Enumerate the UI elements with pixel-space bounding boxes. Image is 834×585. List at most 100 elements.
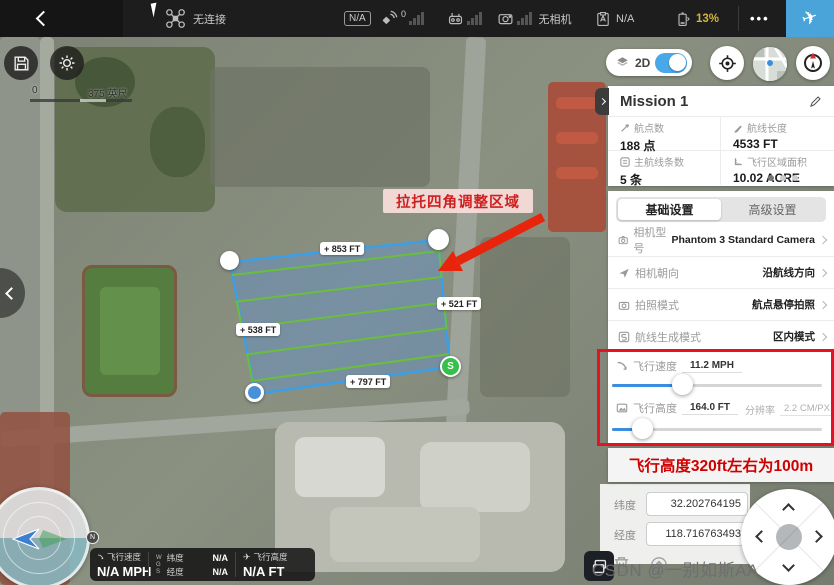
2d-label: 2D [635, 56, 650, 70]
settings-tabs: 基础设置 高级设置 [616, 197, 826, 222]
altitude-slider-handle[interactable] [632, 418, 653, 439]
map-red-roof [556, 167, 598, 179]
layers-icon [615, 55, 630, 70]
map-field-inner [100, 287, 160, 375]
tab-advanced-settings[interactable]: 高级设置 [721, 199, 824, 220]
setting-photo-mode[interactable]: 拍照模式 航点悬停拍照 [608, 288, 834, 320]
photo-mode-icon [618, 299, 630, 311]
mission-settings-button[interactable] [50, 46, 84, 80]
speed-slider-handle[interactable] [672, 374, 693, 395]
mission-title: Mission 1 [620, 93, 688, 110]
nudge-left-button[interactable] [755, 530, 768, 543]
map-2d-toggle-pill[interactable]: 2D [606, 49, 692, 76]
telemetry-bar: 飞行速度 N/A MPH WGS 纬度N/A 经度N/A ✈飞行高度 N/A F… [90, 548, 315, 581]
gear-icon [57, 53, 77, 73]
rc-signal-bars [467, 12, 482, 25]
telemetry-speed: 飞行速度 N/A MPH [90, 548, 148, 581]
edge-length-label: + 853 FT [320, 242, 364, 255]
lat-input[interactable]: 32.202764195 [646, 492, 748, 516]
map-building [295, 437, 385, 497]
telemetry-coords: WGS 纬度N/A 经度N/A [149, 548, 235, 581]
nudge-center-button[interactable] [776, 524, 802, 550]
checklist-icon [595, 11, 611, 27]
stat-waypoints: 航点数 188 点 [608, 117, 721, 151]
airplane-icon: ✈ [243, 552, 251, 563]
aircraft-connection-status[interactable]: 无连接 [165, 0, 226, 37]
stat-route-length: 航线长度 4533 FT [721, 117, 834, 151]
back-button[interactable] [38, 0, 49, 37]
more-menu-button[interactable]: ••• [750, 0, 770, 37]
route-mode-icon [618, 331, 630, 343]
status-bar: 无连接 N/A 0 无相机 [0, 0, 834, 37]
drone-icon [165, 8, 186, 29]
battery-icon [675, 11, 691, 27]
speed-row: 飞行速度 11.2 MPH [616, 358, 742, 374]
telemetry-altitude: ✈飞行高度 N/A FT [236, 548, 315, 581]
edit-mission-button[interactable] [809, 95, 822, 108]
wgs-label: WGS [156, 555, 162, 576]
tab-basic-settings[interactable]: 基础设置 [618, 199, 721, 220]
battery-status[interactable]: 13% [675, 0, 719, 37]
chevron-right-icon [819, 268, 827, 276]
altitude-note-card: 飞行高度320ft左右为100m [608, 448, 834, 482]
nudge-up-button[interactable] [782, 503, 795, 516]
north-badge: N [86, 531, 99, 544]
nudge-right-button[interactable] [810, 530, 823, 543]
resolution-readout: 分辨率 2.2 CM/PX [745, 402, 834, 417]
speed-value[interactable]: 11.2 MPH [682, 360, 742, 373]
airplane-icon: ✈ [799, 5, 821, 32]
scale-distance-label: 375 英尺 [88, 85, 127, 100]
region-start-marker[interactable]: S [440, 356, 461, 377]
rc-signal[interactable] [447, 0, 482, 37]
lon-input[interactable]: 118.716763493 [646, 522, 748, 546]
region-corner-handle[interactable] [220, 251, 239, 270]
map-building [420, 442, 530, 512]
red-arrow [428, 209, 553, 289]
stats-pagination-dots[interactable] [768, 175, 798, 181]
aircraft-checklist-status[interactable]: N/A [595, 0, 634, 37]
edge-length-label: + 521 FT [437, 297, 481, 310]
camera-icon [497, 10, 514, 27]
panel-collapse-tab[interactable] [595, 88, 609, 115]
scale-zero-label: 0 [32, 85, 38, 96]
speed-slider-track[interactable] [612, 384, 822, 387]
gps-status[interactable]: 0 [381, 0, 424, 37]
speed-icon [97, 552, 104, 562]
2d-toggle-switch[interactable] [655, 53, 687, 73]
setting-camera-heading[interactable]: 相机朝向 沿航线方向 [608, 256, 834, 288]
altitude-value[interactable]: 164.0 FT [682, 402, 738, 415]
compass-icon [801, 51, 825, 75]
ruler-icon [733, 157, 743, 167]
save-icon [12, 54, 31, 73]
camera-signal-bars [517, 12, 532, 25]
route-lines-icon [620, 157, 630, 167]
map-buildings [210, 67, 430, 187]
save-mission-button[interactable] [4, 46, 38, 80]
locate-me-button[interactable] [710, 46, 744, 80]
stat-main-lines: 主航线条数 5 条 [608, 151, 721, 185]
minimap-button[interactable] [753, 47, 787, 81]
mouse-cursor [151, 3, 160, 18]
setting-camera-model[interactable]: 相机型号 Phantom 3 Standard Camera [608, 224, 834, 256]
flight-mode-badge: N/A [344, 0, 371, 37]
map-red-roof [556, 132, 598, 144]
crosshair-icon [717, 53, 738, 74]
chevron-right-icon [819, 332, 827, 340]
map-trees [150, 107, 205, 177]
satellite-icon [381, 10, 398, 27]
mission-summary-card: Mission 1 航点数 188 点 航线长度 4533 FT 主航线条数 5… [608, 86, 834, 186]
compass-reset-button[interactable] [796, 46, 830, 80]
gps-signal-bars [409, 12, 424, 25]
region-corner-handle[interactable] [245, 383, 264, 402]
altitude-note-text: 飞行高度320ft左右为100m [629, 454, 813, 476]
minimap-icon [753, 47, 787, 81]
drone-heading-arrow [9, 526, 69, 552]
chevron-left-icon [36, 11, 52, 27]
takeoff-button[interactable]: ✈ [786, 0, 834, 37]
remote-controller-icon [447, 10, 464, 27]
altitude-row: 飞行高度 164.0 FT [616, 400, 738, 416]
watermark: CSDN @一别如斯AA [592, 556, 834, 581]
camera-signal[interactable]: 无相机 [497, 0, 572, 37]
setting-route-mode[interactable]: 航线生成模式 区内模式 [608, 320, 834, 352]
speed-icon [616, 360, 628, 372]
